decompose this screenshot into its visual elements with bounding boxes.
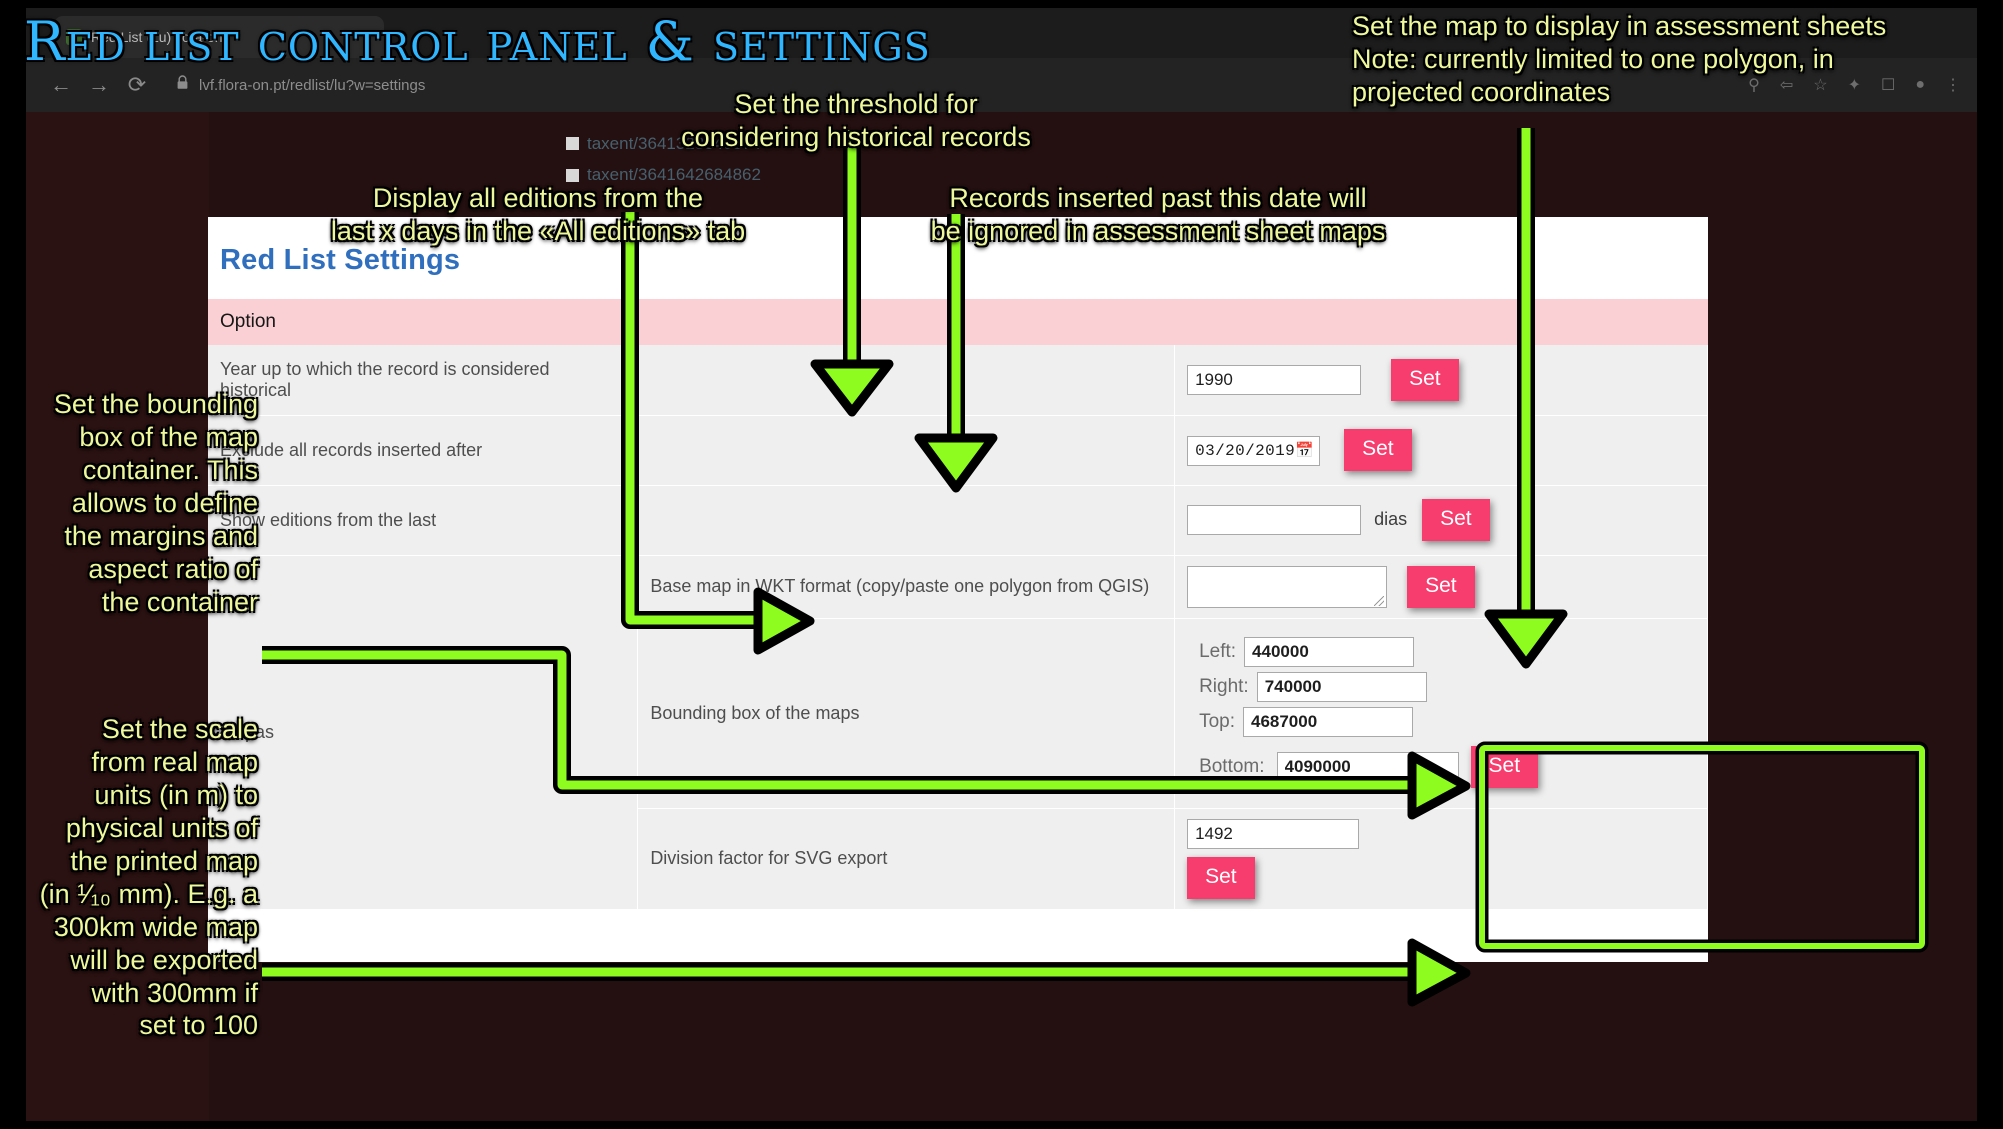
browser-omnibar: ← → ⟳ lvf.flora-on.pt/redlist/lu?w=setti… [26, 58, 1977, 112]
row-controls-show-editions: dias Set [1174, 485, 1708, 556]
row-label-bounding-box: Bounding box of the maps [637, 618, 1176, 809]
url-text: lvf.flora-on.pt/redlist/lu?w=settings [199, 76, 426, 94]
row-label-division-factor: Division factor for SVG export [637, 808, 1176, 910]
table-row: Mapas Base map in WKT format (copy/paste… [208, 555, 1708, 910]
bbox-left-line: Left: [1199, 636, 1538, 667]
bbox-top-line: Top: [1199, 706, 1538, 737]
extension-icon[interactable]: ✦ [1848, 75, 1861, 95]
bbox-right-input[interactable] [1256, 671, 1427, 702]
row-label-wkt: Base map in WKT format (copy/paste one p… [637, 555, 1176, 619]
page-title: Red List Settings [220, 244, 461, 276]
forward-icon[interactable]: → [80, 74, 118, 96]
set-button-wkt[interactable]: Set [1407, 565, 1475, 608]
row-label-historical-year: Year up to which the record is considere… [208, 345, 639, 416]
settings-table: Option Year up to which the record is co… [208, 299, 1708, 910]
set-button-show-editions[interactable]: Set [1422, 499, 1490, 541]
row-label-exclude-after: Exclude all records inserted after [208, 415, 639, 486]
star-icon[interactable]: ☆ [1813, 75, 1827, 95]
row-controls-bounding-box: Left: Right: Top: [1174, 618, 1708, 809]
resize-grip-icon[interactable] [1374, 595, 1385, 606]
row-controls-historical-year: Set [1174, 345, 1708, 416]
set-button-bounding-box[interactable]: Set [1470, 745, 1539, 788]
bbox-bottom-input[interactable] [1276, 751, 1459, 782]
bbox-left-label: Left: [1199, 640, 1237, 662]
bbox-top-input[interactable] [1242, 706, 1413, 737]
set-button-exclude-after[interactable]: Set [1344, 429, 1412, 471]
table-row: Exclude all records inserted after 03/20… [208, 415, 1708, 486]
checkbox-icon[interactable] [566, 137, 579, 151]
padlock-icon [176, 75, 189, 95]
row-label-show-editions: Show editions from the last [208, 485, 639, 556]
set-button-historical-year[interactable]: Set [1391, 358, 1459, 401]
browser-tab[interactable]: Red List (Lu) flora-on × [54, 16, 384, 58]
column-header-value [1174, 299, 1708, 345]
close-icon[interactable]: × [363, 29, 372, 46]
profile-icon[interactable]: ● [1915, 76, 1925, 94]
table-row: Year up to which the record is considere… [208, 345, 1708, 416]
set-button-division-factor[interactable]: Set [1187, 856, 1255, 899]
bbox-bottom-line: Bottom: Set [1199, 745, 1539, 788]
reload-icon[interactable]: ⟳ [118, 74, 156, 96]
bbox-right-line: Right: [1199, 671, 1538, 702]
browser-tabstrip: Red List (Lu) flora-on × [26, 8, 1977, 58]
list-item-label: taxent/3641642684862 [587, 165, 761, 185]
red-list-settings-card: Red List Settings Option Year up to whic… [208, 217, 1708, 962]
bbox-left-input[interactable] [1244, 636, 1415, 667]
screenshot-root: Red List (Lu) flora-on × ← → ⟳ lvf.flora… [0, 0, 2003, 1129]
bbox-bottom-label: Bottom: [1199, 755, 1265, 777]
days-unit-label: dias [1374, 508, 1408, 529]
wkt-textarea[interactable] [1187, 565, 1388, 608]
page-side-rail [26, 112, 209, 1121]
address-bar[interactable]: lvf.flora-on.pt/redlist/lu?w=settings [164, 68, 1734, 102]
exclude-after-date-input[interactable]: 03/20/2019 📅 [1187, 435, 1321, 466]
row-controls-division-factor: Set [1174, 808, 1708, 910]
row-controls-exclude-after: 03/20/2019 📅 Set [1174, 415, 1708, 486]
row-spacer [637, 415, 1176, 486]
background-link-list: taxent/3641328540574 taxent/364164268486… [566, 128, 761, 191]
list-item[interactable]: taxent/3641642684862 [566, 159, 761, 190]
bbox-top-label: Top: [1199, 710, 1235, 732]
row-spacer [637, 345, 1176, 416]
group-label-mapas: Mapas [208, 555, 639, 910]
menu-icon[interactable]: ⋮ [1945, 75, 1961, 95]
historical-year-input[interactable] [1187, 364, 1362, 395]
zoom-icon[interactable]: ⚲ [1748, 75, 1760, 95]
share-icon[interactable]: ⇦ [1780, 75, 1793, 95]
browser-window: Red List (Lu) flora-on × ← → ⟳ lvf.flora… [26, 8, 1977, 1121]
back-icon[interactable]: ← [42, 74, 80, 96]
division-factor-input[interactable] [1187, 818, 1360, 849]
show-editions-days-input[interactable] [1187, 504, 1362, 535]
row-spacer [637, 485, 1176, 556]
bounding-box-panel: Left: Right: Top: [1187, 628, 1549, 798]
favicon-icon [66, 29, 82, 45]
bbox-right-label: Right: [1199, 675, 1249, 697]
table-row: Show editions from the last dias Set [208, 485, 1708, 556]
calendar-icon[interactable]: 📅 [1295, 441, 1314, 460]
window-icon[interactable]: ☐ [1881, 75, 1895, 95]
tab-title: Red List (Lu) flora-on [91, 29, 223, 45]
list-item-label: taxent/3641328540574 [587, 134, 761, 153]
date-value: 03/20/2019 [1195, 441, 1296, 460]
row-controls-wkt: Set [1174, 555, 1708, 619]
omnibar-actions: ⚲ ⇦ ☆ ✦ ☐ ● ⋮ [1734, 75, 1961, 95]
page-body: taxent/3641328540574 taxent/364164268486… [26, 112, 1977, 1121]
table-header-row: Option [208, 299, 1708, 345]
list-item[interactable]: taxent/3641328540574 [566, 128, 761, 159]
column-header-option: Option [208, 299, 1175, 345]
checkbox-icon[interactable] [566, 168, 579, 182]
